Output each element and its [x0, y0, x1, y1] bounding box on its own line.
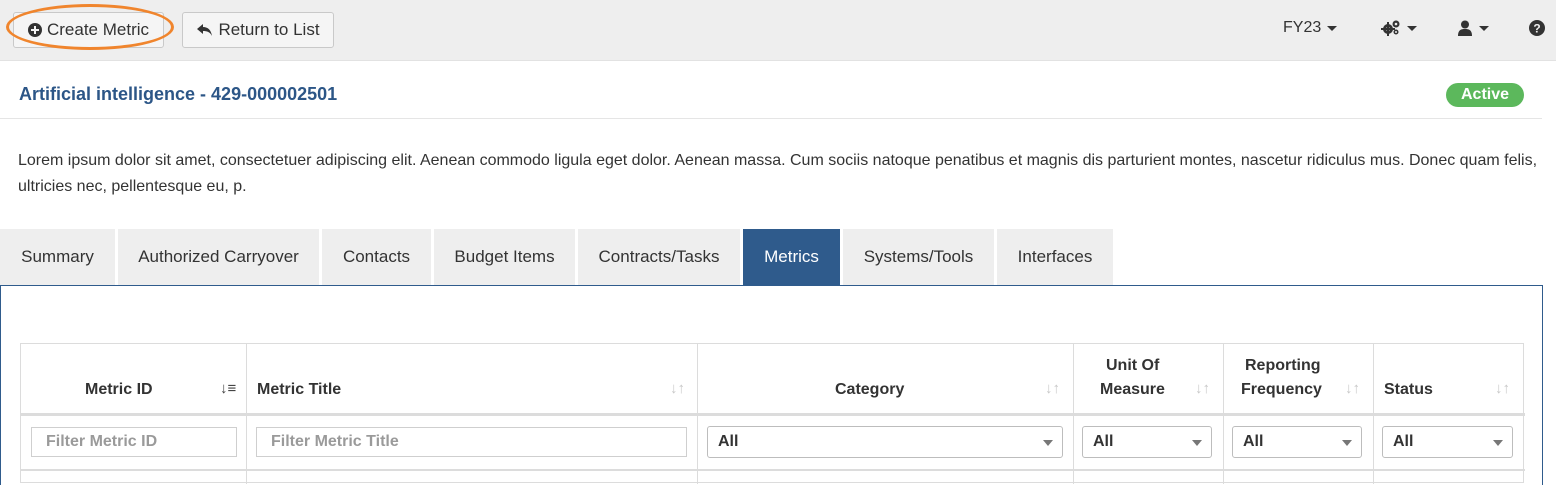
- header-category[interactable]: Category: [835, 378, 904, 402]
- header-metric-id[interactable]: Metric ID: [85, 378, 153, 402]
- sort-icon[interactable]: ↓↑: [670, 380, 685, 397]
- reply-arrow-icon: [197, 24, 213, 36]
- chevron-down-icon: [1327, 25, 1338, 31]
- settings-dropdown[interactable]: [1381, 16, 1417, 40]
- unit-filter-value: All: [1093, 433, 1114, 450]
- gears-icon: [1381, 20, 1400, 36]
- fiscal-year-dropdown[interactable]: FY23: [1283, 16, 1338, 40]
- metric-title-filter-input[interactable]: [256, 427, 687, 457]
- header-divider: [21, 413, 1525, 416]
- svg-text:?: ?: [1533, 22, 1540, 36]
- page-title: Artificial intelligence - 429-000002501: [19, 84, 338, 104]
- help-button[interactable]: ?: [1529, 16, 1545, 40]
- tab-interfaces[interactable]: Interfaces: [997, 229, 1113, 285]
- category-filter-select[interactable]: All: [707, 426, 1063, 458]
- tab-metrics[interactable]: Metrics: [743, 229, 840, 285]
- sort-icon[interactable]: ↓↑: [1495, 380, 1510, 397]
- header-unit-of-measure-line1[interactable]: Unit Of: [1106, 354, 1159, 378]
- create-metric-label: Create Metric: [46, 20, 150, 39]
- divider: [0, 118, 1542, 119]
- header-metric-title[interactable]: Metric Title: [257, 378, 341, 402]
- unit-filter-select[interactable]: All: [1082, 426, 1212, 458]
- header-status[interactable]: Status: [1384, 378, 1433, 402]
- plus-circle-icon: [27, 23, 42, 37]
- return-to-list-label: Return to List: [218, 20, 320, 39]
- header-unit-of-measure-line2[interactable]: Measure: [1100, 378, 1165, 402]
- fiscal-year-label: FY23: [1283, 19, 1322, 36]
- status-filter-select[interactable]: All: [1382, 426, 1513, 458]
- category-filter-value: All: [718, 433, 739, 450]
- question-circle-icon: ?: [1529, 20, 1545, 36]
- tab-contacts[interactable]: Contacts: [322, 229, 431, 285]
- status-badge: Active: [1446, 83, 1524, 107]
- status-filter-value: All: [1393, 433, 1414, 450]
- tab-systems-tools[interactable]: Systems/Tools: [843, 229, 994, 285]
- chevron-down-icon: [1043, 440, 1053, 446]
- metric-id-filter-input[interactable]: [31, 427, 237, 457]
- filter-divider: [21, 469, 1525, 471]
- frequency-filter-select[interactable]: All: [1232, 426, 1362, 458]
- tab-summary[interactable]: Summary: [0, 229, 115, 285]
- create-metric-button[interactable]: Create Metric: [13, 12, 164, 48]
- header-reporting-frequency-line1[interactable]: Reporting: [1245, 354, 1321, 378]
- tab-authorized-carryover[interactable]: Authorized Carryover: [118, 229, 319, 285]
- project-description: Lorem ipsum dolor sit amet, consectetuer…: [18, 152, 1538, 195]
- sort-icon[interactable]: ↓↑: [1045, 380, 1060, 397]
- chevron-down-icon: [1479, 25, 1489, 31]
- sort-icon[interactable]: ↓↑: [1345, 380, 1360, 397]
- chevron-down-icon: [1192, 440, 1202, 446]
- frequency-filter-value: All: [1243, 433, 1264, 450]
- sort-desc-icon[interactable]: ↓≡: [220, 380, 236, 397]
- tab-contracts-tasks[interactable]: Contracts/Tasks: [578, 229, 740, 285]
- user-icon: [1458, 20, 1472, 36]
- sort-icon[interactable]: ↓↑: [1195, 380, 1210, 397]
- metrics-table: Metric ID ↓≡ Metric Title ↓↑ Category ↓↑…: [20, 343, 1525, 484]
- chevron-down-icon: [1493, 440, 1503, 446]
- tab-budget-items[interactable]: Budget Items: [434, 229, 575, 285]
- chevron-down-icon: [1407, 25, 1417, 31]
- chevron-down-icon: [1342, 440, 1352, 446]
- top-toolbar: Create Metric Return to List FY23 ?: [0, 0, 1556, 61]
- user-menu-dropdown[interactable]: [1457, 16, 1489, 40]
- return-to-list-button[interactable]: Return to List: [182, 12, 334, 48]
- header-reporting-frequency-line2[interactable]: Frequency: [1241, 378, 1322, 402]
